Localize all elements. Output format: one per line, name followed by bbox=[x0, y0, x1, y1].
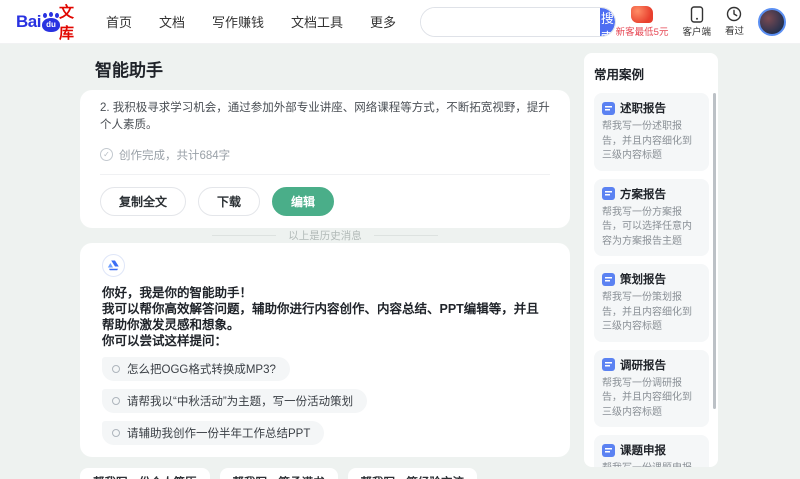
case-item-cehua[interactable]: 策划报告 帮我写一份策划报告，并且内容细化到三级内容标题 bbox=[594, 264, 709, 342]
quick-chips: 帮我写一份个人简历 帮我写一篇承诺书 帮我写一篇经验交流 bbox=[80, 467, 570, 479]
case-item-keti[interactable]: 课题申报 帮我写一份课题申报材料，课题自选 bbox=[594, 435, 709, 467]
header-right-cluster: 新客最低5元 客户端 看过 bbox=[615, 5, 786, 38]
divider-line-left bbox=[212, 234, 277, 236]
bullet-circle-icon bbox=[112, 364, 120, 373]
search-box: 搜索文档 bbox=[420, 6, 616, 37]
client-entry[interactable]: 客户端 bbox=[682, 5, 711, 38]
chat-column: 智能助手 2. 我积极寻求学习机会，通过参加外部专业讲座、网络课程等方式，不断拓… bbox=[80, 50, 570, 479]
divider-line-right bbox=[373, 234, 438, 236]
bullet-circle-icon bbox=[112, 396, 120, 405]
phone-icon bbox=[690, 5, 703, 23]
clock-icon bbox=[727, 6, 742, 22]
suggested-prompt-3[interactable]: 请辅助我创作一份半年工作总结PPT bbox=[102, 420, 325, 445]
viewed-label: 看过 bbox=[724, 26, 744, 37]
download-button[interactable]: 下载 bbox=[198, 186, 261, 216]
report-doc-icon bbox=[602, 443, 615, 457]
suggested-prompt-1[interactable]: 怎么把OGG格式转换成MP3? bbox=[102, 356, 290, 381]
page-title: 智能助手 bbox=[95, 61, 163, 80]
creation-status-text: 创作完成，共计684字 bbox=[119, 149, 231, 162]
suggested-prompt-2[interactable]: 请帮我以“中秋活动”为主题，写一份活动策划 bbox=[102, 388, 368, 413]
promo-gift-icon bbox=[631, 5, 654, 23]
report-doc-icon bbox=[602, 187, 615, 200]
history-divider: 以上是历史消息 bbox=[80, 228, 570, 243]
logo-text-wenku: 文库 bbox=[58, 3, 74, 42]
nav-item-earn[interactable]: 写作赚钱 bbox=[212, 12, 264, 31]
assistant-logo-icon bbox=[102, 253, 125, 277]
chip-commitment[interactable]: 帮我写一篇承诺书 bbox=[219, 467, 338, 479]
case-item-diaoyan[interactable]: 调研报告 帮我写一份调研报告，并且内容细化到三级内容标题 bbox=[594, 349, 709, 427]
suggested-prompts: 怎么把OGG格式转换成MP3? 请帮我以“中秋活动”为主题，写一份活动策划 请辅… bbox=[102, 356, 548, 445]
main-nav: 首页 文档 写作赚钱 文档工具 更多 bbox=[106, 12, 396, 31]
case-item-shuzhi[interactable]: 述职报告 帮我写一份述职报告，并且内容细化到三级内容标题 bbox=[594, 93, 709, 171]
nav-item-tools[interactable]: 文档工具 bbox=[291, 12, 343, 31]
sidebar-scrollbar[interactable] bbox=[713, 93, 716, 409]
chip-experience[interactable]: 帮我写一篇经验交流 bbox=[347, 467, 477, 479]
history-actions: 复制全文 下载 编辑 bbox=[100, 186, 550, 216]
common-cases-panel: 常用案例 述职报告 帮我写一份述职报告，并且内容细化到三级内容标题 方案报告 帮… bbox=[584, 53, 718, 467]
history-divider-text: 以上是历史消息 bbox=[288, 229, 362, 242]
nav-item-docs[interactable]: 文档 bbox=[159, 12, 185, 31]
top-header: Bai du 文库 首页 文档 写作赚钱 文档工具 更多 搜索文档 新客最低5元… bbox=[0, 0, 800, 44]
report-doc-icon bbox=[602, 272, 615, 286]
welcome-line-2: 我可以帮你高效解答问题，辅助你进行内容创作、内容总结、PPT编辑等，并且帮助你激… bbox=[102, 301, 539, 332]
viewed-entry[interactable]: 看过 bbox=[725, 6, 744, 37]
sidebar-title: 常用案例 bbox=[594, 68, 645, 82]
welcome-line-1: 你好，我是你的智能助手！ bbox=[102, 285, 253, 300]
chip-resume[interactable]: 帮我写一份个人简历 bbox=[80, 467, 210, 479]
case-item-fangan[interactable]: 方案报告 帮我写一份方案报告，可以选择任意内容为方案报告主题 bbox=[594, 178, 709, 256]
welcome-message-card: 你好，我是你的智能助手！ 我可以帮你高效解答问题，辅助你进行内容创作、内容总结、… bbox=[80, 242, 570, 457]
report-doc-icon bbox=[602, 101, 615, 115]
report-doc-icon bbox=[602, 358, 615, 371]
nav-item-home[interactable]: 首页 bbox=[106, 12, 132, 31]
welcome-line-3: 你可以尝试这样提问： bbox=[102, 333, 228, 348]
promo-label: 新客最低5元 bbox=[615, 26, 669, 38]
edit-button[interactable]: 编辑 bbox=[272, 186, 335, 216]
search-input[interactable] bbox=[421, 7, 601, 36]
search-button[interactable]: 搜索文档 bbox=[600, 7, 615, 36]
card-divider bbox=[100, 173, 550, 175]
main-area: 智能助手 2. 我积极寻求学习机会，通过参加外部专业讲座、网络课程等方式，不断拓… bbox=[0, 44, 800, 479]
user-avatar[interactable] bbox=[758, 7, 786, 36]
history-message-card: 2. 我积极寻求学习机会，通过参加外部专业讲座、网络课程等方式，不断拓宽视野，提… bbox=[80, 90, 570, 228]
client-label: 客户端 bbox=[682, 26, 711, 38]
creation-status-row: ✓ 创作完成，共计684字 bbox=[100, 147, 550, 163]
check-circle-icon: ✓ bbox=[100, 148, 113, 161]
baidu-paw-icon: du bbox=[41, 11, 60, 32]
baidu-wenku-logo[interactable]: Bai du 文库 bbox=[16, 1, 80, 43]
bullet-circle-icon bbox=[112, 428, 120, 437]
nav-item-more[interactable]: 更多 bbox=[370, 12, 396, 31]
logo-text-bai: Bai bbox=[16, 11, 41, 31]
copy-fulltext-button[interactable]: 复制全文 bbox=[100, 186, 187, 216]
promo-entry[interactable]: 新客最低5元 bbox=[615, 5, 669, 38]
history-message-excerpt: 2. 我积极寻求学习机会，通过参加外部专业讲座、网络课程等方式，不断拓宽视野，提… bbox=[100, 102, 550, 132]
